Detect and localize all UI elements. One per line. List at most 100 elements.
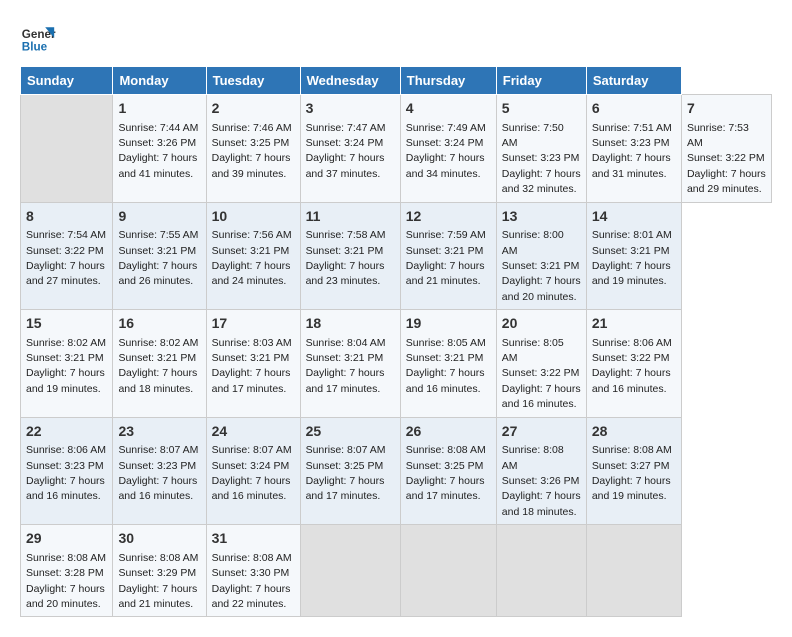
table-row: 22Sunrise: 8:06 AMSunset: 3:23 PMDayligh… [21,417,113,525]
day-number: 9 [118,207,200,227]
table-row [400,525,496,617]
day-number: 14 [592,207,676,227]
day-info: Sunrise: 8:08 AMSunset: 3:25 PMDaylight:… [406,444,486,502]
day-number: 11 [306,207,395,227]
page-header: General Blue [20,20,772,56]
day-info: Sunrise: 8:07 AMSunset: 3:25 PMDaylight:… [306,444,386,502]
table-row: 19 Sunrise: 8:05 AMSunset: 3:21 PMDayligh… [400,310,496,418]
table-row [496,525,586,617]
table-row: 31 Sunrise: 8:08 AMSunset: 3:30 PMDayligh… [206,525,300,617]
table-row: 2 Sunrise: 7:46 AMSunset: 3:25 PMDaylight… [206,95,300,203]
day-number: 25 [306,422,395,442]
table-row: 9Sunrise: 7:55 AMSunset: 3:21 PMDaylight… [113,202,206,310]
logo: General Blue [20,20,56,56]
day-number: 21 [592,314,676,334]
table-row: 15 Sunrise: 8:02 AMSunset: 3:21 PMDayligh… [21,310,113,418]
table-row: 12Sunrise: 7:59 AMSunset: 3:21 PMDayligh… [400,202,496,310]
day-number: 18 [306,314,395,334]
table-row [300,525,400,617]
day-info: Sunrise: 8:05 AMSunset: 3:22 PMDaylight:… [502,337,581,411]
day-number: 17 [212,314,295,334]
day-number: 20 [502,314,581,334]
day-number: 31 [212,529,295,549]
table-row: 3 Sunrise: 7:47 AMSunset: 3:24 PMDaylight… [300,95,400,203]
calendar-table: SundayMondayTuesdayWednesdayThursdayFrid… [20,66,772,617]
day-number: 30 [118,529,200,549]
day-info: Sunrise: 8:08 AMSunset: 3:28 PMDaylight:… [26,552,106,610]
empty-cell [21,95,113,203]
table-row: 7Sunrise: 7:53 AMSunset: 3:22 PMDaylight… [681,95,771,203]
weekday-header-saturday: Saturday [586,67,681,95]
day-number: 10 [212,207,295,227]
day-info: Sunrise: 7:50 AMSunset: 3:23 PMDaylight:… [502,122,581,196]
day-number: 29 [26,529,107,549]
table-row: 29 Sunrise: 8:08 AMSunset: 3:28 PMDayligh… [21,525,113,617]
day-number: 4 [406,99,491,119]
day-info: Sunrise: 8:01 AMSunset: 3:21 PMDaylight:… [592,229,672,287]
day-number: 27 [502,422,581,442]
table-row: 11Sunrise: 7:58 AMSunset: 3:21 PMDayligh… [300,202,400,310]
day-info: Sunrise: 8:00 AMSunset: 3:21 PMDaylight:… [502,229,581,303]
day-number: 19 [406,314,491,334]
table-row: 17 Sunrise: 8:03 AMSunset: 3:21 PMDayligh… [206,310,300,418]
day-info: Sunrise: 7:53 AMSunset: 3:22 PMDaylight:… [687,122,766,196]
day-number: 3 [306,99,395,119]
day-info: Sunrise: 8:02 AMSunset: 3:21 PMDaylight:… [26,337,106,395]
table-row: 26Sunrise: 8:08 AMSunset: 3:25 PMDayligh… [400,417,496,525]
table-row: 1 Sunrise: 7:44 AMSunset: 3:26 PMDaylight… [113,95,206,203]
table-row [586,525,681,617]
day-info: Sunrise: 7:44 AMSunset: 3:26 PMDaylight:… [118,122,198,180]
weekday-header-sunday: Sunday [21,67,113,95]
day-info: Sunrise: 7:54 AMSunset: 3:22 PMDaylight:… [26,229,106,287]
day-info: Sunrise: 8:03 AMSunset: 3:21 PMDaylight:… [212,337,292,395]
day-number: 12 [406,207,491,227]
table-row: 30Sunrise: 8:08 AMSunset: 3:29 PMDayligh… [113,525,206,617]
table-row: 21 Sunrise: 8:06 AMSunset: 3:22 PMDayligh… [586,310,681,418]
table-row: 6 Sunrise: 7:51 AMSunset: 3:23 PMDaylight… [586,95,681,203]
day-number: 5 [502,99,581,119]
table-row: 25Sunrise: 8:07 AMSunset: 3:25 PMDayligh… [300,417,400,525]
table-row: 16 Sunrise: 8:02 AMSunset: 3:21 PMDayligh… [113,310,206,418]
day-info: Sunrise: 7:59 AMSunset: 3:21 PMDaylight:… [406,229,486,287]
day-number: 23 [118,422,200,442]
day-number: 26 [406,422,491,442]
day-info: Sunrise: 8:05 AMSunset: 3:21 PMDaylight:… [406,337,486,395]
day-number: 28 [592,422,676,442]
table-row: 27Sunrise: 8:08 AMSunset: 3:26 PMDayligh… [496,417,586,525]
table-row: 8Sunrise: 7:54 AMSunset: 3:22 PMDaylight… [21,202,113,310]
day-info: Sunrise: 8:07 AMSunset: 3:23 PMDaylight:… [118,444,198,502]
day-number: 8 [26,207,107,227]
day-number: 2 [212,99,295,119]
logo-icon: General Blue [20,20,56,56]
day-number: 15 [26,314,107,334]
day-info: Sunrise: 8:08 AMSunset: 3:27 PMDaylight:… [592,444,672,502]
table-row: 18 Sunrise: 8:04 AMSunset: 3:21 PMDayligh… [300,310,400,418]
day-number: 24 [212,422,295,442]
day-info: Sunrise: 8:06 AMSunset: 3:22 PMDaylight:… [592,337,672,395]
day-info: Sunrise: 7:51 AMSunset: 3:23 PMDaylight:… [592,122,672,180]
day-number: 1 [118,99,200,119]
day-info: Sunrise: 8:08 AMSunset: 3:26 PMDaylight:… [502,444,581,518]
day-info: Sunrise: 8:07 AMSunset: 3:24 PMDaylight:… [212,444,292,502]
day-info: Sunrise: 8:02 AMSunset: 3:21 PMDaylight:… [118,337,198,395]
svg-text:Blue: Blue [22,41,48,54]
day-info: Sunrise: 7:49 AMSunset: 3:24 PMDaylight:… [406,122,486,180]
day-number: 6 [592,99,676,119]
day-number: 16 [118,314,200,334]
table-row: 10Sunrise: 7:56 AMSunset: 3:21 PMDayligh… [206,202,300,310]
day-info: Sunrise: 7:58 AMSunset: 3:21 PMDaylight:… [306,229,386,287]
day-info: Sunrise: 8:08 AMSunset: 3:30 PMDaylight:… [212,552,292,610]
weekday-header-monday: Monday [113,67,206,95]
table-row: 4 Sunrise: 7:49 AMSunset: 3:24 PMDaylight… [400,95,496,203]
weekday-header-tuesday: Tuesday [206,67,300,95]
table-row: 20 Sunrise: 8:05 AMSunset: 3:22 PMDayligh… [496,310,586,418]
day-info: Sunrise: 7:56 AMSunset: 3:21 PMDaylight:… [212,229,292,287]
day-info: Sunrise: 7:46 AMSunset: 3:25 PMDaylight:… [212,122,292,180]
day-number: 13 [502,207,581,227]
table-row: 5 Sunrise: 7:50 AMSunset: 3:23 PMDaylight… [496,95,586,203]
day-number: 22 [26,422,107,442]
day-info: Sunrise: 7:47 AMSunset: 3:24 PMDaylight:… [306,122,386,180]
day-info: Sunrise: 8:04 AMSunset: 3:21 PMDaylight:… [306,337,386,395]
day-info: Sunrise: 7:55 AMSunset: 3:21 PMDaylight:… [118,229,198,287]
table-row: 28Sunrise: 8:08 AMSunset: 3:27 PMDayligh… [586,417,681,525]
